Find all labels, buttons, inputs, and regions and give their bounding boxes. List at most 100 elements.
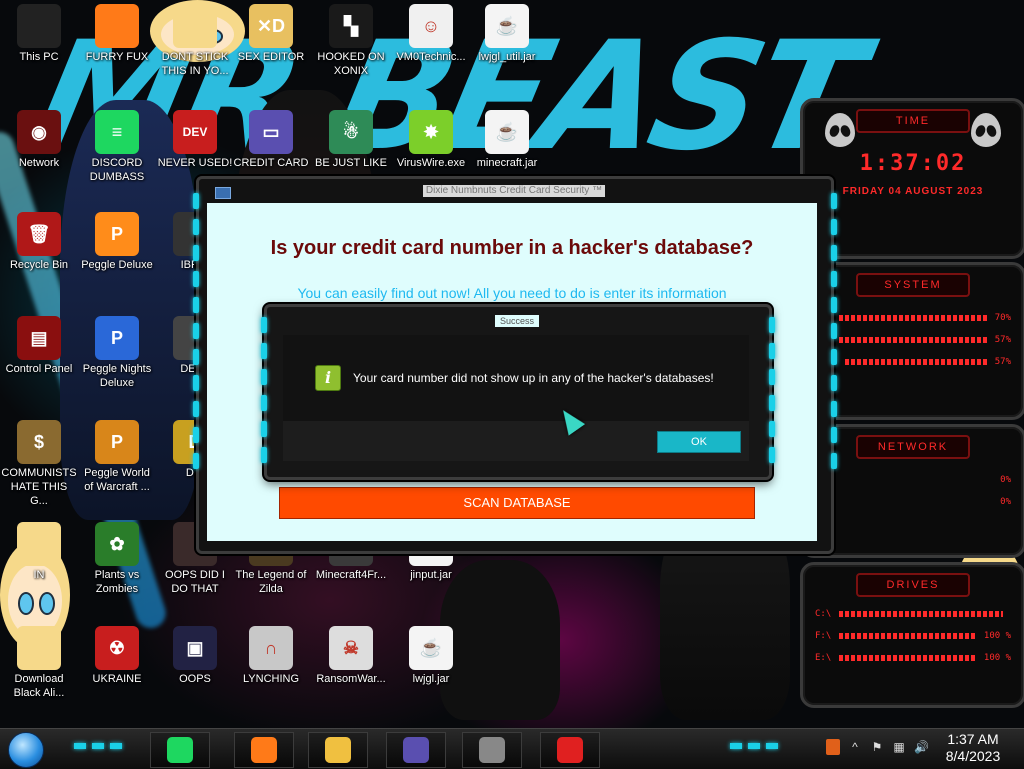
start-button[interactable] — [8, 732, 44, 768]
desktop-icon[interactable]: ☠ RansomWar... — [313, 626, 389, 686]
desktop-icon[interactable]: P Peggle Deluxe — [79, 212, 155, 272]
desktop-icon-label: Minecraft4Fr... — [315, 569, 387, 581]
desktop-icon-label: LYNCHING — [242, 673, 300, 685]
desktop-icon[interactable]: ☕ minecraft.jar — [469, 110, 545, 170]
widget-title: TIME — [856, 109, 970, 133]
widget-row-meter — [839, 633, 976, 639]
desktop-icon[interactable]: ▚ HOOKED ON XONIX — [313, 4, 389, 78]
java-icon: ☕ — [485, 110, 529, 154]
taskbar-app-spotify[interactable] — [150, 732, 210, 768]
widget-row-meter — [844, 359, 987, 365]
desktop-icon-label: HOOKED ON XONIX — [317, 51, 385, 77]
desktop-icon-label: Recycle Bin — [9, 259, 69, 271]
desktop-icon-label: lwjgl_util.jar — [478, 51, 536, 63]
desktop-icon[interactable]: ☕ lwjgl.jar — [393, 626, 469, 686]
success-dialog[interactable]: Success i Your card number did not show … — [261, 304, 775, 480]
app-icon — [215, 187, 231, 199]
desktop-icon-label: VM0Technic... — [396, 51, 466, 63]
desktop-icon-label: RansomWar... — [316, 673, 386, 685]
network-status-icon[interactable]: ▦ — [892, 739, 906, 755]
widget-row-label: C:\ — [815, 609, 832, 619]
skull-icon: ☠ — [329, 626, 373, 670]
desktop-icon-label: Peggle Nights Deluxe — [82, 363, 152, 389]
desktop-icon[interactable]: Download Black Ali... — [1, 626, 77, 700]
taskbar-date: 8/4/2023 — [945, 748, 1001, 764]
desktop-icon[interactable]: ✸ VirusWire.exe — [393, 110, 469, 170]
desktop-icon[interactable]: ☺ VM0Technic... — [393, 4, 469, 64]
taskbar-app-file-explorer[interactable] — [308, 732, 368, 768]
page-subheading: You can easily find out now! All you nee… — [297, 285, 727, 301]
widget-row-meter — [839, 315, 987, 321]
peggle-icon: P — [95, 316, 139, 360]
taskbar-clock[interactable]: 1:37 AM 8/4/2023 — [930, 731, 1016, 765]
taskbar-app-roblox[interactable] — [540, 732, 600, 768]
spotify-icon: ≡ — [95, 110, 139, 154]
desktop-icon[interactable]: ✕D SEX EDITOR — [233, 4, 309, 64]
desktop-icon[interactable]: ∩ LYNCHING — [233, 626, 309, 686]
desktop-icon[interactable]: ☃ BE JUST LIKE — [313, 110, 389, 170]
page-heading: Is your credit card number in a hacker's… — [270, 237, 754, 259]
alien-head-icon — [971, 113, 1001, 147]
desktop-icon[interactable]: ▤ Control Panel — [1, 316, 77, 376]
desktop-icon-label: This PC — [19, 51, 59, 63]
desktop-icon[interactable]: $ COMMUNISTS HATE THIS G... — [1, 420, 77, 508]
desktop-icon-label: COMMUNISTS HATE THIS G... — [1, 467, 77, 507]
desktop-icon-label: Network — [18, 157, 60, 169]
desktop-icon[interactable]: ☕ lwjgl_util.jar — [469, 4, 545, 64]
system-tray: ^ ⚑ ▦ 🔊 — [826, 739, 929, 755]
widget-row-meter — [823, 477, 992, 483]
widget-row-meter — [839, 655, 976, 661]
desktop-icon[interactable]: ◉ Network — [1, 110, 77, 170]
flag-icon[interactable]: ⚑ — [870, 739, 884, 755]
spotify-icon — [167, 737, 193, 763]
desktop-icon-label: BE JUST LIKE — [315, 157, 387, 169]
desktop-icon[interactable]: ▭ CREDIT CARD — [233, 110, 309, 170]
control-panel-icon: ▤ — [17, 316, 61, 360]
desktop-icon[interactable]: P Peggle World of Warcraft ... — [79, 420, 155, 494]
desktop-icon[interactable]: ≡ DISCORD DUMBASS — [79, 110, 155, 184]
desktop-icon[interactable]: This PC — [1, 4, 77, 64]
desktop-icon-label: OOPS — [179, 673, 211, 685]
desktop-icon[interactable]: ☢ UKRAINE — [79, 626, 155, 686]
widget-row-value: 57% — [994, 357, 1011, 367]
firefox-icon — [251, 737, 277, 763]
desktop-icon-label: VirusWire.exe — [396, 157, 466, 169]
dialog-message: Your card number did not show up in any … — [353, 371, 714, 385]
tray-app-icon[interactable] — [826, 739, 840, 755]
desktop-icon[interactable]: 🗑 Recycle Bin — [1, 212, 77, 272]
desktop-icon[interactable]: FURRY FUX — [79, 4, 155, 64]
volume-icon[interactable]: 🔊 — [914, 739, 929, 755]
taskbar-app-credit-card[interactable] — [386, 732, 446, 768]
scan-database-button[interactable]: SCAN DATABASE — [279, 487, 755, 519]
desktop-icon[interactable]: ▣ OOPS — [157, 626, 233, 686]
desktop-icon[interactable]: IN — [1, 522, 77, 582]
ok-button[interactable]: OK — [657, 431, 741, 453]
money-bag-icon: $ — [17, 420, 61, 464]
rope-icon: ∩ — [249, 626, 293, 670]
drives-widget[interactable]: DRIVES C:\ F:\ 100 % E:\ 100 % — [800, 562, 1024, 708]
desktop-icon[interactable]: DONT STICK THIS IN YO... — [157, 4, 233, 78]
widget-row-meter — [839, 499, 992, 505]
desktop-icon[interactable]: DEV NEVER USED! — [157, 110, 233, 170]
widget-row-value: 100 % — [983, 653, 1011, 663]
desktop-icon[interactable]: P Peggle Nights Deluxe — [79, 316, 155, 390]
xonix-icon: ▚ — [329, 4, 373, 48]
taskbar-app-firefox[interactable] — [234, 732, 294, 768]
window-accent-lights — [831, 193, 837, 469]
folder-icon — [325, 737, 351, 763]
recycle-bin-icon: 🗑 — [17, 212, 61, 256]
network-icon: ◉ — [17, 110, 61, 154]
computer-icon — [17, 4, 61, 48]
editor-icon: ✕D — [249, 4, 293, 48]
desktop-icon-label: FURRY FUX — [85, 51, 149, 63]
desktop-icon[interactable]: ✿ Plants vs Zombies — [79, 522, 155, 596]
widget-row-label: F:\ — [815, 631, 832, 641]
chevron-up-icon[interactable]: ^ — [848, 739, 862, 755]
widget-row: C:\ — [803, 609, 1023, 619]
taskbar-accent-lights — [74, 743, 122, 749]
taskbar-app-xonix[interactable] — [462, 732, 522, 768]
window-titlebar[interactable]: Dixie Numbnuts Credit Card Security ™ — [199, 179, 831, 201]
taskbar: ^ ⚑ ▦ 🔊 1:37 AM 8/4/2023 — [0, 728, 1024, 769]
peggle-icon: P — [95, 420, 139, 464]
dialog-title: Success — [495, 315, 539, 327]
